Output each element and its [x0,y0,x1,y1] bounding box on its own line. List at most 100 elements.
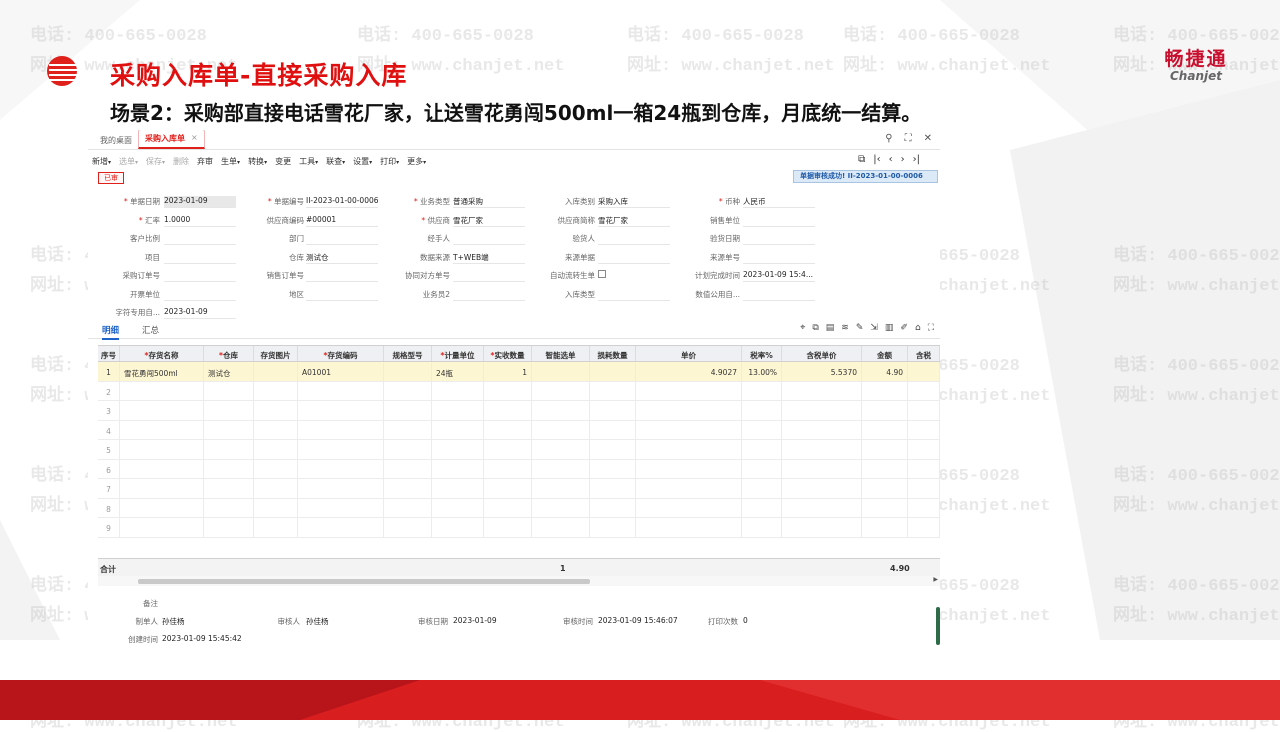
table-cell[interactable] [384,459,432,478]
auto-transfer-checkbox[interactable] [598,270,606,278]
horizontal-scrollbar[interactable]: ▶ [98,576,940,586]
table-cell[interactable] [532,420,590,439]
table-cell[interactable] [254,498,298,517]
table-cell[interactable] [120,518,204,537]
table-cell[interactable] [432,479,484,498]
in-type2-field[interactable] [598,289,670,301]
table-cell[interactable] [782,518,862,537]
toolbar-button-11[interactable]: 打印▾ [380,156,407,167]
table-row[interactable]: 1 雪花勇闯500ml 测试仓 A01001 24瓶 1 4.9027 13.00% 5.537… [98,362,940,382]
cust-ratio-field[interactable] [164,233,236,245]
doc-no-field[interactable]: II-2023-01-00-0006 [306,196,378,208]
table-cell[interactable] [432,459,484,478]
table-cell[interactable] [862,440,908,459]
list-icon[interactable]: ▤ [826,323,835,333]
table-cell[interactable] [204,459,254,478]
table-cell[interactable] [204,420,254,439]
clerk2-field[interactable] [453,289,525,301]
table-cell[interactable] [636,401,742,420]
table-cell[interactable] [908,420,940,439]
invoice-unit-field[interactable] [164,289,236,301]
column-header[interactable]: 存货图片 [254,346,298,361]
prev-record-icon[interactable]: ‹ [889,154,893,165]
table-cell[interactable] [862,401,908,420]
table-cell[interactable] [908,459,940,478]
export-icon[interactable]: ⇲ [870,323,878,333]
table-cell[interactable] [120,498,204,517]
table-row[interactable]: 5 [98,440,940,460]
table-row[interactable]: 3 [98,401,940,421]
table-cell[interactable] [742,401,782,420]
table-cell-loss[interactable] [590,362,636,381]
ruler-icon[interactable]: ✐ [900,323,908,333]
tab-desktop[interactable]: 我的桌面 [94,132,138,149]
table-cell[interactable] [298,401,384,420]
table-cell[interactable] [484,479,532,498]
table-cell[interactable] [384,479,432,498]
table-cell[interactable] [532,440,590,459]
in-type-field[interactable]: 采购入库 [598,196,670,208]
table-cell[interactable] [432,440,484,459]
column-header[interactable]: 存货编码 [298,346,384,361]
column-header[interactable]: 实收数量 [484,346,532,361]
scroll-thumb[interactable] [138,579,590,584]
table-cell[interactable] [742,518,782,537]
table-cell[interactable] [254,401,298,420]
vendor-code-field[interactable]: #00001 [306,215,378,227]
fullscreen-icon[interactable]: ⛶ [928,323,934,333]
restore-icon[interactable]: ⛶ [905,133,912,144]
filter-icon[interactable]: ≋ [841,323,849,333]
table-cell[interactable] [298,479,384,498]
column-header[interactable]: 智能选单 [532,346,590,361]
table-cell-unit[interactable]: 24瓶 [432,362,484,381]
columns-icon[interactable]: ▥ [885,323,894,333]
table-cell-name[interactable]: 雪花勇闯500ml [120,362,204,381]
data-source-field[interactable]: T+WEB端 [453,252,525,264]
table-cell[interactable] [908,518,940,537]
currency-field[interactable]: 人民币 [743,196,815,208]
first-record-icon[interactable]: |‹ [873,154,880,165]
dept-field[interactable] [306,233,378,245]
table-cell-seq[interactable]: 1 [98,362,120,381]
table-cell[interactable] [120,420,204,439]
table-cell[interactable] [908,498,940,517]
table-cell[interactable] [432,518,484,537]
column-header[interactable]: 损耗数量 [590,346,636,361]
table-cell[interactable] [120,440,204,459]
toolbar-button-6[interactable]: 转换▾ [248,156,275,167]
copy-icon[interactable]: ⧉ [812,323,818,333]
inspector-field[interactable] [598,233,670,245]
column-header[interactable]: 含税 [908,346,940,361]
toolbar-button-3[interactable]: 删除 [173,156,197,167]
table-cell[interactable] [204,440,254,459]
source-no-field[interactable] [743,252,815,264]
table-cell[interactable] [484,498,532,517]
so-no-field[interactable] [306,270,378,282]
table-cell[interactable] [636,459,742,478]
table-cell[interactable] [742,498,782,517]
table-cell[interactable] [384,401,432,420]
toolbar-button-5[interactable]: 生单▾ [221,156,248,167]
table-cell[interactable] [254,440,298,459]
table-cell[interactable] [298,420,384,439]
rate-field[interactable]: 1.0000 [164,215,236,227]
table-cell[interactable] [590,381,636,400]
table-cell[interactable] [204,401,254,420]
table-cell[interactable] [782,479,862,498]
table-cell[interactable] [384,518,432,537]
close-icon[interactable]: ✕ [924,133,932,144]
table-cell[interactable] [384,381,432,400]
table-cell[interactable] [862,479,908,498]
table-cell[interactable] [204,518,254,537]
table-cell[interactable] [298,459,384,478]
column-header[interactable]: 金额 [862,346,908,361]
doc-date-field[interactable]: 2023-01-09 [164,196,236,208]
toolbar-button-0[interactable]: 新增▾ [92,156,119,167]
table-cell[interactable] [484,440,532,459]
region-field[interactable] [306,289,378,301]
home-icon[interactable]: ⌂ [915,323,921,333]
table-cell[interactable] [254,518,298,537]
next-record-icon[interactable]: › [901,154,905,165]
table-cell[interactable] [384,440,432,459]
table-row[interactable]: 7 [98,479,940,499]
